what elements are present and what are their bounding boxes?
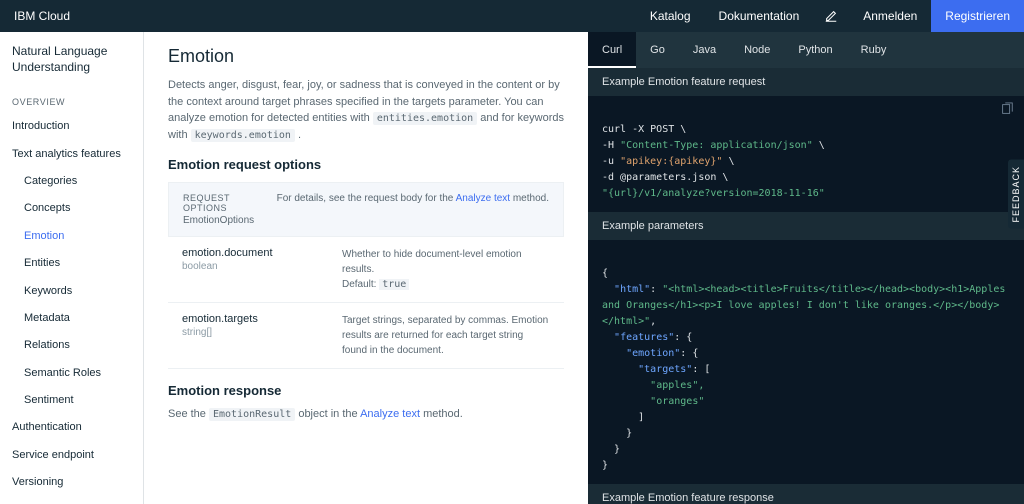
sidebar-item-concepts[interactable]: Concepts [0,195,143,222]
sidebar-item-text-analytics[interactable]: Text analytics features [0,141,143,168]
brand[interactable]: IBM Cloud [0,9,84,23]
sidebar-item-relations[interactable]: Relations [0,332,143,359]
example-params-header: Example parameters [588,212,1024,240]
main-content: Emotion Detects anger, disgust, fear, jo… [144,32,588,504]
login-link[interactable]: Anmelden [849,0,931,32]
sidebar-item-categories[interactable]: Categories [0,168,143,195]
copy-icon[interactable] [1000,102,1014,122]
property-desc: Whether to hide document-level emotion r… [342,247,550,292]
product-title[interactable]: Natural Language Understanding [0,32,143,87]
property-row: emotion.document boolean Whether to hide… [168,237,564,303]
page-title: Emotion [168,46,564,67]
tab-node[interactable]: Node [730,32,784,68]
sidebar-item-error-handling[interactable]: Error handling [0,497,143,504]
language-tabs: Curl Go Java Node Python Ruby [588,32,1024,68]
property-type: boolean [182,261,342,272]
register-button[interactable]: Registrieren [931,0,1024,32]
property-desc: Target strings, separated by commas. Emo… [342,313,550,358]
inline-code: entities.emotion [373,112,477,125]
tab-python[interactable]: Python [784,32,846,68]
sidebar-item-versioning[interactable]: Versioning [0,469,143,496]
sidebar-item-authentication[interactable]: Authentication [0,414,143,441]
sidebar-item-entities[interactable]: Entities [0,250,143,277]
edit-icon[interactable] [813,0,849,32]
lead-paragraph: Detects anger, disgust, fear, joy, or sa… [168,77,564,143]
tab-java[interactable]: Java [679,32,730,68]
sidebar-item-semantic-roles[interactable]: Semantic Roles [0,360,143,387]
inline-code: keywords.emotion [191,129,295,142]
analyze-text-link[interactable]: Analyze text [456,193,510,204]
request-options-type: EmotionOptions [183,215,277,226]
example-request-header: Example Emotion feature request [588,68,1024,96]
analyze-text-link[interactable]: Analyze text [360,408,420,420]
request-options-box: REQUEST OPTIONS EmotionOptions For detai… [168,182,564,237]
inline-code: EmotionResult [209,408,295,421]
example-response-header: Example Emotion feature response [588,484,1024,504]
overview-header: OVERVIEW [0,87,143,113]
nav-dokumentation[interactable]: Dokumentation [705,0,814,32]
tab-curl[interactable]: Curl [588,32,636,68]
sidebar-item-keywords[interactable]: Keywords [0,278,143,305]
response-heading: Emotion response [168,383,564,398]
property-name: emotion.document [182,247,342,259]
code-panel: Curl Go Java Node Python Ruby Example Em… [588,32,1024,504]
request-options-detail: For details, see the request body for th… [277,193,549,204]
code-block-params: { "html": "<html><head><title>Fruits</ti… [588,240,1024,484]
nav-katalog[interactable]: Katalog [636,0,705,32]
top-header: IBM Cloud Katalog Dokumentation Anmelden… [0,0,1024,32]
property-type: string[] [182,327,342,338]
request-options-label: REQUEST OPTIONS [183,193,277,213]
response-method: See the EmotionResult object in the Anal… [168,408,564,420]
sidebar-item-emotion[interactable]: Emotion [0,223,143,250]
tab-ruby[interactable]: Ruby [847,32,901,68]
request-options-heading: Emotion request options [168,157,564,172]
sidebar-item-service-endpoint[interactable]: Service endpoint [0,442,143,469]
sidebar: Natural Language Understanding OVERVIEW … [0,32,144,504]
sidebar-item-sentiment[interactable]: Sentiment [0,387,143,414]
tab-go[interactable]: Go [636,32,679,68]
code-block-request: curl -X POST \ -H "Content-Type: applica… [588,96,1024,212]
sidebar-item-metadata[interactable]: Metadata [0,305,143,332]
feedback-tab[interactable]: FEEDBACK [1008,160,1024,229]
property-name: emotion.targets [182,313,342,325]
property-row: emotion.targets string[] Target strings,… [168,303,564,369]
sidebar-item-introduction[interactable]: Introduction [0,113,143,140]
